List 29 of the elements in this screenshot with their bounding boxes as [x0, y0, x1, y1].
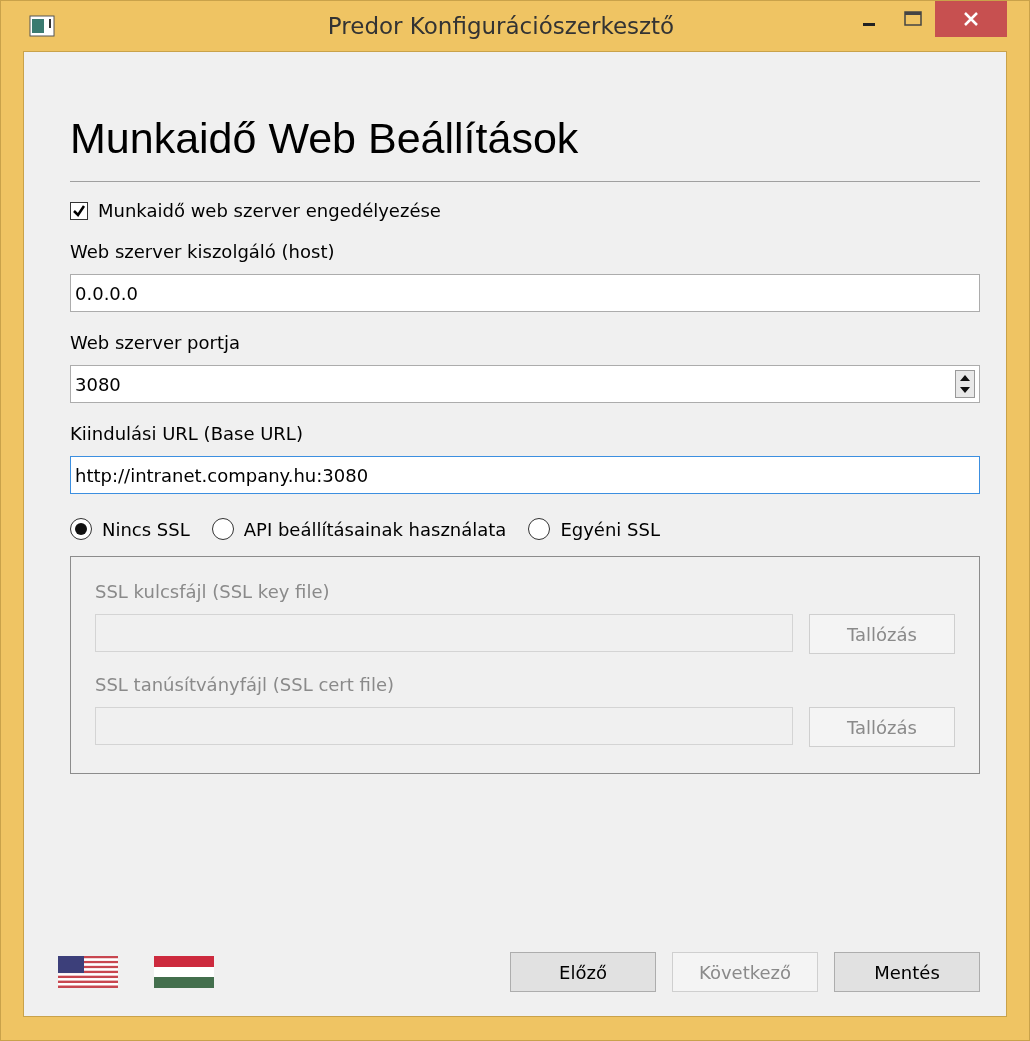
input-field[interactable]: 0.0.0.0	[70, 274, 980, 312]
input-field[interactable]: http://intranet.company.hu:3080	[70, 456, 980, 494]
nav-button[interactable]: Mentés	[834, 952, 980, 992]
spin-arrows-icon[interactable]	[955, 370, 975, 398]
nav-button[interactable]: Előző	[510, 952, 656, 992]
minimize-icon	[863, 22, 875, 26]
port-spinbox[interactable]: 3080	[70, 365, 980, 403]
maximize-icon	[904, 11, 922, 27]
us-flag-icon[interactable]	[58, 956, 118, 988]
ssl-radio[interactable]	[211, 518, 234, 540]
radio-label: Nincs SSL	[102, 518, 190, 540]
enable-checkbox[interactable]	[70, 201, 88, 220]
page-heading: Munkaidő Web Beállítások	[70, 114, 580, 163]
window-title: Predor Konfigurációszerkesztő	[326, 13, 676, 39]
radio-label: API beállításainak használata	[243, 518, 507, 540]
field-label: SSL kulcsfájl (SSL key file)	[95, 581, 331, 602]
checkbox-label: Munkaidő web szerver engedélyezése	[98, 200, 441, 221]
app-icon	[29, 15, 55, 37]
field-label: Web szerver portja	[70, 332, 242, 353]
close-button[interactable]	[935, 1, 1007, 37]
field-label: Web szerver kiszolgáló (host)	[70, 241, 336, 262]
hungary-flag-icon[interactable]	[154, 956, 214, 988]
ssl-radio[interactable]	[70, 518, 92, 540]
radio-label: Egyéni SSL	[560, 518, 660, 540]
checkmark-icon	[72, 203, 86, 218]
field-label: SSL tanúsítványfájl (SSL cert file)	[95, 674, 395, 695]
ssl-radio[interactable]	[528, 518, 551, 540]
close-icon	[963, 11, 979, 27]
field-label: Kiindulási URL (Base URL)	[70, 423, 304, 444]
